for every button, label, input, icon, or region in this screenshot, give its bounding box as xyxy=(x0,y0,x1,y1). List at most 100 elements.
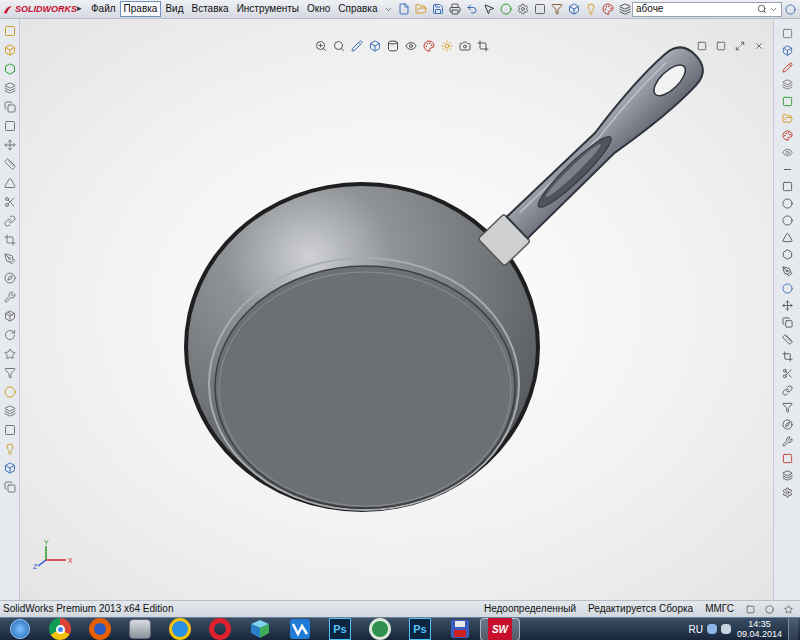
taskbar-app[interactable] xyxy=(200,618,240,640)
tool-button[interactable] xyxy=(779,110,796,127)
search-field[interactable]: абоче xyxy=(632,2,782,17)
menu-item[interactable]: Окно xyxy=(303,1,334,17)
taskbar-app[interactable]: SW xyxy=(480,618,520,640)
tool-button[interactable] xyxy=(531,1,548,18)
tool-button[interactable] xyxy=(779,195,796,212)
menu-item[interactable]: Вид xyxy=(161,1,187,17)
taskbar-app[interactable]: Ps xyxy=(320,618,360,640)
taskbar-app[interactable] xyxy=(160,618,200,640)
tool-button[interactable] xyxy=(412,1,429,18)
tool-button[interactable] xyxy=(779,42,796,59)
tool-button[interactable] xyxy=(395,1,412,18)
tool-button[interactable] xyxy=(1,459,18,476)
tool-button[interactable] xyxy=(1,231,18,248)
tool-button[interactable] xyxy=(779,280,796,297)
tool-button[interactable] xyxy=(779,144,796,161)
taskbar-app[interactable] xyxy=(280,618,320,640)
taskbar-app[interactable] xyxy=(120,618,160,640)
tool-button[interactable] xyxy=(779,161,796,178)
tool-button[interactable] xyxy=(480,1,497,18)
tool-button[interactable] xyxy=(548,1,565,18)
tool-button[interactable] xyxy=(1,174,18,191)
tool-button[interactable] xyxy=(1,326,18,343)
menu-item[interactable]: Вставка xyxy=(187,1,232,17)
tool-button[interactable] xyxy=(463,1,480,18)
tool-button[interactable] xyxy=(779,399,796,416)
tool-button[interactable] xyxy=(1,41,18,58)
tool-button[interactable] xyxy=(1,60,18,77)
tool-button[interactable] xyxy=(1,250,18,267)
tool-button[interactable] xyxy=(1,402,18,419)
tool-button[interactable] xyxy=(779,348,796,365)
tool-button[interactable] xyxy=(1,307,18,324)
tool-button[interactable] xyxy=(616,1,632,18)
menu-arrow[interactable]: ▸ xyxy=(77,2,87,16)
tool-button[interactable] xyxy=(779,178,796,195)
pin-button[interactable] xyxy=(383,5,393,14)
graphics-area[interactable]: YZX xyxy=(20,19,773,600)
tool-button[interactable] xyxy=(429,1,446,18)
tool-button[interactable] xyxy=(779,127,796,144)
tool-button[interactable] xyxy=(1,22,18,39)
tool-button[interactable] xyxy=(1,136,18,153)
tool-button[interactable] xyxy=(780,601,797,618)
tray-icon[interactable] xyxy=(721,624,731,634)
tool-button[interactable] xyxy=(456,37,473,54)
tool-button[interactable] xyxy=(1,383,18,400)
start-button[interactable] xyxy=(0,618,40,640)
tool-button[interactable] xyxy=(312,37,329,54)
tool-button[interactable] xyxy=(1,155,18,172)
tool-button[interactable] xyxy=(693,37,710,54)
taskbar-app[interactable]: Ps xyxy=(400,618,440,640)
tool-button[interactable] xyxy=(1,345,18,362)
taskbar-app[interactable] xyxy=(40,618,80,640)
tool-button[interactable] xyxy=(712,37,729,54)
tool-button[interactable] xyxy=(1,117,18,134)
tool-button[interactable] xyxy=(402,37,419,54)
tool-button[interactable] xyxy=(742,601,759,618)
tool-button[interactable] xyxy=(582,1,599,18)
show-desktop-button[interactable] xyxy=(788,618,798,640)
menu-item[interactable]: Инструменты xyxy=(233,1,303,17)
tool-button[interactable] xyxy=(779,76,796,93)
tool-button[interactable] xyxy=(779,416,796,433)
help-button[interactable] xyxy=(782,4,798,15)
tool-button[interactable] xyxy=(750,37,767,54)
tool-button[interactable] xyxy=(779,297,796,314)
tool-button[interactable] xyxy=(446,1,463,18)
tool-button[interactable] xyxy=(438,37,455,54)
tool-button[interactable] xyxy=(1,193,18,210)
language-indicator[interactable]: RU xyxy=(689,622,703,637)
menu-item[interactable]: Справка xyxy=(334,1,381,17)
tool-button[interactable] xyxy=(1,269,18,286)
menu-item[interactable]: Файл xyxy=(87,1,120,17)
tool-button[interactable] xyxy=(1,478,18,495)
tool-button[interactable] xyxy=(474,37,491,54)
tool-button[interactable] xyxy=(1,79,18,96)
tool-button[interactable] xyxy=(366,37,383,54)
tool-button[interactable] xyxy=(779,382,796,399)
taskbar-app[interactable] xyxy=(440,618,480,640)
tool-button[interactable] xyxy=(779,314,796,331)
clock[interactable]: 14:3509.04.2014 xyxy=(735,619,784,639)
tool-button[interactable] xyxy=(731,37,748,54)
tool-button[interactable] xyxy=(384,37,401,54)
tool-button[interactable] xyxy=(779,263,796,280)
tool-button[interactable] xyxy=(779,484,796,501)
tool-button[interactable] xyxy=(1,98,18,115)
tool-button[interactable] xyxy=(779,25,796,42)
tool-button[interactable] xyxy=(779,365,796,382)
tool-button[interactable] xyxy=(779,59,796,76)
tool-button[interactable] xyxy=(420,37,437,54)
tool-button[interactable] xyxy=(514,1,531,18)
tool-button[interactable] xyxy=(779,331,796,348)
status-units[interactable]: ММГС xyxy=(705,604,734,614)
tool-button[interactable] xyxy=(1,212,18,229)
tool-button[interactable] xyxy=(1,440,18,457)
frying-pan-model[interactable] xyxy=(20,19,773,600)
tool-button[interactable] xyxy=(779,212,796,229)
tool-button[interactable] xyxy=(565,1,582,18)
tool-button[interactable] xyxy=(779,93,796,110)
tool-button[interactable] xyxy=(779,467,796,484)
taskbar-app[interactable] xyxy=(80,618,120,640)
